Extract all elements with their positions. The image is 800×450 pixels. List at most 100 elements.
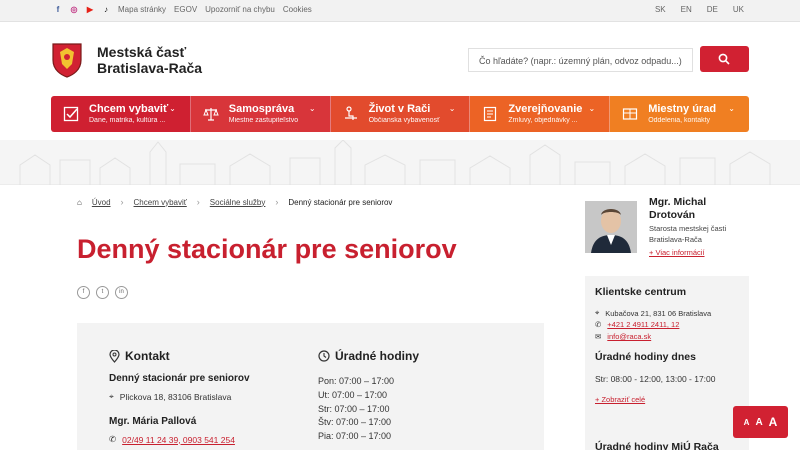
chevron-right-icon: › — [120, 197, 124, 207]
nav-subtitle: Zmluvy, objednávky ... — [508, 117, 578, 124]
share-buttons: f t in — [77, 286, 128, 299]
location-pin-icon: ⌖ — [595, 308, 600, 317]
client-address: Kubačova 21, 831 06 Bratislava — [605, 308, 712, 318]
tiktok-icon[interactable]: ♪ — [102, 5, 110, 15]
client-address-line: ⌖ Kubačova 21, 831 06 Bratislava — [595, 308, 711, 318]
town-silhouette-icon — [19, 139, 771, 185]
page-title: Denný stacionár pre seniorov — [77, 234, 457, 264]
egov-link[interactable]: EGOV — [174, 5, 197, 14]
nav-title: Zverejňovanie — [508, 103, 583, 115]
share-linkedin-icon[interactable]: in — [115, 286, 128, 299]
location-pin-icon: ⌖ — [109, 391, 114, 401]
nav-title: Život v Rači — [368, 103, 431, 115]
hours-heading: Úradné hodiny — [318, 349, 419, 363]
nav-zverejnovanie[interactable]: Zverejňovanie Zmluvy, objednávky ... ⌄ — [470, 96, 611, 132]
contact-card: Kontakt Denný stacionár pre seniorov ⌖ P… — [77, 323, 544, 450]
hours-row: Pia: 07:00 – 17:00 — [318, 431, 392, 442]
instagram-icon[interactable]: ◎ — [70, 5, 78, 15]
lang-de[interactable]: DE — [707, 5, 718, 14]
chevron-down-icon: ⌄ — [728, 104, 735, 113]
chevron-right-icon: › — [196, 197, 200, 207]
site-logo[interactable]: Mestská časť Bratislava-Rača — [51, 42, 202, 78]
lang-uk[interactable]: UK — [733, 5, 744, 14]
scales-icon — [203, 108, 219, 121]
share-facebook-icon[interactable]: f — [77, 286, 90, 299]
hours-today-heading: Úradné hodiny dnes — [595, 351, 696, 363]
lang-sk[interactable]: SK — [655, 5, 666, 14]
top-links: Mapa stránky EGOV Upozorniť na chybu Coo… — [118, 5, 312, 14]
hours-row: Str: 07:00 – 17:00 — [318, 403, 390, 414]
nav-subtitle: Oddelenia, kontakty — [648, 117, 711, 124]
hours-row: Ut: 07:00 – 17:00 — [318, 389, 388, 400]
chevron-down-icon: ⌄ — [448, 104, 456, 113]
nav-zivot-v-raci[interactable]: Život v Rači Občianska vybavenosť ⌄ — [330, 96, 471, 132]
language-switcher: SK EN DE UK — [655, 5, 744, 14]
breadcrumb-level2[interactable]: Sociálne služby — [210, 198, 266, 207]
hours-list: Pon: 07:00 – 17:00 Ut: 07:00 – 17:00 Str… — [318, 375, 394, 444]
logo-text: Mestská časť Bratislava-Rača — [97, 44, 202, 76]
person-portrait-icon — [585, 201, 637, 253]
miu-hours-box: Úradné hodiny MiÚ Rača — [585, 440, 749, 450]
nav-title: Chcem vybaviť — [89, 103, 169, 115]
chevron-right-icon: › — [275, 197, 279, 207]
hours-today-value: Str: 08:00 - 12:00, 13:00 - 17:00 — [595, 374, 716, 384]
contact-heading: Kontakt — [109, 349, 170, 363]
nav-title: Samospráva — [228, 103, 295, 115]
logo-line2: Bratislava-Rača — [97, 60, 203, 76]
sitemap-link[interactable]: Mapa stránky — [118, 5, 166, 14]
search-button[interactable] — [700, 46, 749, 72]
location-pin-icon — [109, 349, 120, 363]
clock-icon — [318, 350, 330, 362]
hours-row: Štv: 07:00 – 17:00 — [318, 417, 392, 428]
mail-icon: ✉ — [595, 332, 602, 341]
phone-icon: ✆ — [595, 320, 602, 329]
coat-of-arms-icon — [52, 43, 82, 78]
client-phone-link[interactable]: +421 2 4911 2411, 12 — [607, 320, 679, 329]
building-icon — [623, 108, 638, 120]
skyline-decoration — [0, 139, 800, 185]
show-all-hours-link[interactable]: + Zobraziť celé — [595, 395, 645, 404]
breadcrumb-home[interactable]: Úvod — [92, 198, 111, 207]
nav-miestny-urad[interactable]: Miestny úrad Oddelenia, kontakty ⌄ — [610, 96, 749, 132]
phone-icon: ✆ — [109, 434, 117, 444]
chevron-down-icon: ⌄ — [588, 104, 596, 113]
nav-subtitle: Dane, matrika, kultúra ... — [89, 117, 166, 124]
report-error-link[interactable]: Upozorniť na chybu — [205, 5, 275, 14]
address-text: Plickova 18, 83106 Bratislava — [119, 391, 232, 402]
phone-link[interactable]: 02/49 11 24 39, 0903 541 254 — [122, 435, 235, 445]
mayor-role-line1: Starosta mestskej časti — [649, 224, 727, 233]
font-size-large-button[interactable]: A — [769, 415, 778, 429]
font-size-medium-button[interactable]: A — [755, 417, 762, 428]
social-links: f ◎ ▶ ♪ — [54, 5, 110, 15]
contact-heading-text: Kontakt — [125, 349, 170, 363]
font-size-small-button[interactable]: A — [744, 418, 750, 427]
checkbox-icon — [63, 106, 79, 122]
chevron-down-icon: ⌄ — [308, 104, 316, 113]
search-input[interactable]: Čo hľadáte? (napr.: územný plán, odvoz o… — [468, 48, 693, 72]
mayor-photo — [585, 201, 637, 253]
share-twitter-icon[interactable]: t — [96, 286, 109, 299]
document-icon — [484, 106, 497, 122]
nav-subtitle: Miestne zastupiteľstvo — [228, 117, 299, 124]
miu-hours-heading: Úradné hodiny MiÚ Rača — [595, 441, 719, 450]
phone-line: ✆ 02/49 11 24 39, 0903 541 254 — [109, 434, 235, 445]
nav-samosprava[interactable]: Samospráva Miestne zastupiteľstvo ⌄ — [190, 96, 331, 132]
youtube-icon[interactable]: ▶ — [86, 5, 94, 15]
person-bench-icon — [344, 106, 357, 120]
search-icon — [718, 53, 730, 65]
nav-subtitle: Občianska vybavenosť — [368, 117, 440, 124]
nav-chcem-vybavit[interactable]: Chcem vybaviť Dane, matrika, kultúra ...… — [51, 96, 191, 132]
mayor-more-link[interactable]: + Viac informácií — [649, 248, 705, 257]
font-size-switcher: A A A — [733, 406, 788, 438]
breadcrumb-current: Denný stacionár pre seniorov — [288, 197, 393, 207]
client-centre-heading: Klientske centrum — [595, 286, 687, 298]
breadcrumb-level1[interactable]: Chcem vybaviť — [134, 198, 187, 207]
logo-line1: Mestská časť — [97, 44, 187, 60]
lang-en[interactable]: EN — [681, 5, 692, 14]
address-line: ⌖ Plickova 18, 83106 Bratislava — [109, 391, 231, 402]
organization-name: Denný stacionár pre seniorov — [109, 373, 250, 384]
client-email-link[interactable]: info@raca.sk — [607, 332, 651, 341]
cookies-link[interactable]: Cookies — [283, 5, 312, 14]
facebook-icon[interactable]: f — [54, 5, 62, 15]
nav-title: Miestny úrad — [648, 103, 717, 115]
